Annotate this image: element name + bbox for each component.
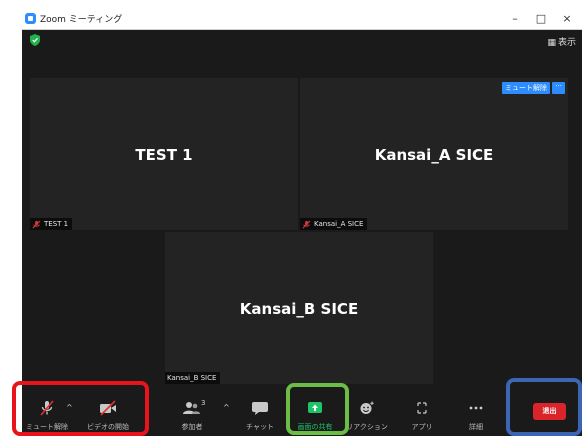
- zoom-app-icon: [25, 13, 36, 24]
- apps-icon: [417, 402, 427, 414]
- minimize-button[interactable]: –: [504, 10, 526, 27]
- view-button[interactable]: ▦ 表示: [545, 35, 576, 48]
- meeting-top-bar: ▦ 表示: [22, 30, 582, 52]
- participant-label: Kansai_B SICE: [165, 372, 221, 384]
- close-button[interactable]: ×: [556, 10, 578, 27]
- green-highlight-box: [286, 383, 349, 435]
- grid-icon: ▦: [547, 38, 556, 48]
- apps-button[interactable]: アプリ: [400, 391, 444, 436]
- video-tile-kansai-a[interactable]: ミュート解除 ··· Kansai_A SICE Kansai_A SICE: [300, 78, 568, 230]
- reactions-label: リアクション: [346, 423, 388, 431]
- participant-label: TEST 1: [30, 218, 73, 230]
- chat-button[interactable]: チャット: [238, 391, 282, 436]
- participants-count: 3: [201, 399, 206, 407]
- zoom-window: Zoom ミーティング – □ × ▦ 表示 TEST 1 TEST 1 ミュート…: [22, 8, 582, 436]
- tile-more-button[interactable]: ···: [552, 82, 565, 94]
- red-highlight-box: [12, 381, 149, 436]
- view-label: 表示: [557, 38, 576, 48]
- video-tile-kansai-b[interactable]: Kansai_B SICE Kansai_B SICE: [165, 232, 433, 384]
- green-shield-icon[interactable]: [30, 34, 40, 46]
- mic-muted-icon: [32, 220, 41, 228]
- more-button[interactable]: 詳細: [454, 391, 498, 436]
- participant-label-text: TEST 1: [44, 220, 69, 228]
- participant-name: Kansai_A SICE: [374, 146, 494, 164]
- participant-label-text: Kansai_A SICE: [314, 220, 364, 228]
- participant-label: Kansai_A SICE: [300, 218, 368, 230]
- unmute-request-button[interactable]: ミュート解除: [502, 82, 550, 94]
- apps-label: アプリ: [411, 423, 433, 431]
- reactions-button[interactable]: リアクション: [345, 391, 389, 436]
- participant-name: Kansai_B SICE: [239, 300, 359, 318]
- reactions-icon: [360, 401, 374, 414]
- participants-options-caret[interactable]: ^: [223, 403, 230, 412]
- video-tile-test1[interactable]: TEST 1 TEST 1: [30, 78, 298, 230]
- more-icon: [469, 406, 483, 410]
- participants-label: 参加者: [181, 423, 203, 431]
- participant-name: TEST 1: [135, 146, 193, 164]
- mic-muted-icon: [302, 220, 311, 228]
- participants-button[interactable]: 3 参加者: [170, 391, 214, 436]
- title-bar: Zoom ミーティング – □ ×: [22, 8, 582, 30]
- more-label: 詳細: [469, 423, 483, 431]
- maximize-button[interactable]: □: [530, 10, 552, 27]
- chat-icon: [252, 402, 268, 415]
- participant-label-text: Kansai_B SICE: [167, 374, 217, 382]
- window-title: Zoom ミーティング: [40, 15, 123, 25]
- blue-highlight-box: [506, 378, 582, 436]
- participants-icon: [183, 402, 200, 414]
- chat-label: チャット: [246, 423, 274, 431]
